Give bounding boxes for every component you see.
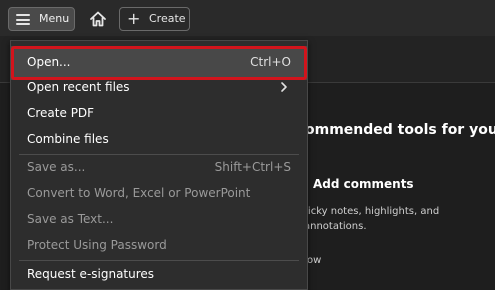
- chevron-right-icon: [281, 82, 287, 92]
- menu-item-label: Request e-signatures: [27, 267, 155, 281]
- menu-item-convert[interactable]: Convert to Word, Excel or PowerPoint: [11, 181, 307, 207]
- create-button[interactable]: + Create: [119, 7, 190, 31]
- plus-icon: +: [127, 9, 141, 28]
- file-menu-dropdown: Open... Ctrl+O Open recent files Create …: [10, 40, 308, 290]
- hamburger-icon: [16, 14, 30, 25]
- menu-separator: [19, 260, 299, 261]
- home-button[interactable]: [85, 6, 111, 32]
- menu-item-protect-using-password[interactable]: Protect Using Password: [11, 233, 307, 259]
- add-comments-heading[interactable]: Add comments: [313, 177, 414, 191]
- menu-item-shortcut: Shift+Ctrl+S: [214, 160, 291, 174]
- top-toolbar: Menu + Create: [0, 0, 495, 36]
- menu-item-request-e-signatures[interactable]: Request e-signatures: [11, 262, 307, 288]
- recommended-tools-title: ommended tools for you: [305, 122, 495, 138]
- menu-item-save-as[interactable]: Save as... Shift+Ctrl+S: [11, 155, 307, 181]
- menu-item-combine-files[interactable]: Combine files: [11, 127, 307, 153]
- home-icon: [90, 11, 106, 27]
- menu-item-label: Save as Text...: [27, 212, 114, 226]
- menu-button-label: Menu: [39, 12, 70, 25]
- menu-item-label: Create PDF: [27, 106, 95, 120]
- menu-item-label: Open recent files: [27, 80, 130, 94]
- menu-item-open-recent-files[interactable]: Open recent files: [11, 75, 307, 101]
- menu-item-create-pdf[interactable]: Create PDF: [11, 101, 307, 127]
- create-button-label: Create: [149, 12, 186, 25]
- add-comments-link[interactable]: ow: [307, 255, 321, 266]
- menu-item-save-as-text[interactable]: Save as Text...: [11, 207, 307, 233]
- menu-button[interactable]: Menu: [8, 7, 75, 31]
- menu-item-label: Protect Using Password: [27, 238, 167, 252]
- add-comments-description-line2: annotations.: [304, 221, 367, 232]
- add-comments-description-line1: ticky notes, highlights, and: [304, 206, 440, 217]
- menu-item-label: Combine files: [27, 132, 109, 146]
- menu-item-label: Convert to Word, Excel or PowerPoint: [27, 186, 251, 200]
- menu-item-label: Save as...: [27, 160, 86, 174]
